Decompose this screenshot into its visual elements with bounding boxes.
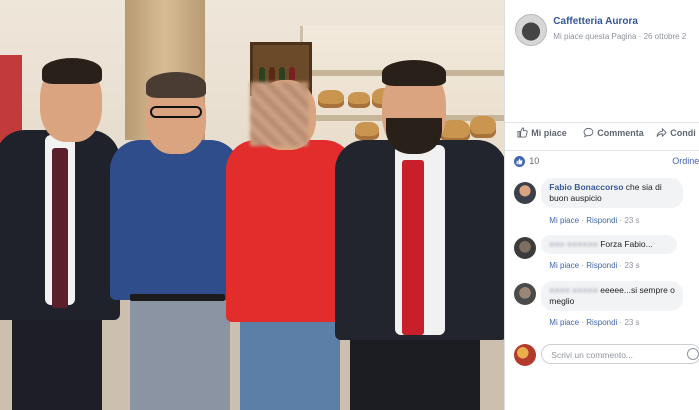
comment-label: Commenta <box>597 127 644 138</box>
grey-trousers <box>130 290 230 410</box>
comment-time[interactable]: 23 s <box>624 216 639 225</box>
jeans <box>240 315 340 410</box>
glasses-icon <box>150 106 202 118</box>
comment-meta: Mi piace · Rispondi · 23 s <box>549 261 640 270</box>
red-tie <box>402 160 424 335</box>
tie <box>52 148 68 308</box>
comment-meta: Mi piace · Rispondi · 23 s <box>549 318 640 327</box>
current-user-avatar[interactable] <box>514 344 537 366</box>
comment-like-link[interactable]: Mi piace <box>549 318 579 327</box>
comment-time[interactable]: 23 s <box>624 318 639 327</box>
comment-like-link[interactable]: Mi piace <box>549 261 579 270</box>
facebook-post-panel: Caffetteria Aurora Mi piace questa Pagin… <box>504 0 699 410</box>
comment-bubble: ■■■ ■■■■■■ Forza Fabio... <box>541 235 678 254</box>
commenter-avatar[interactable] <box>514 237 537 259</box>
page-avatar[interactable] <box>515 14 548 46</box>
reaction-count[interactable]: 10 <box>529 156 539 166</box>
comment-meta: Mi piace · Rispondi · 23 s <box>549 216 640 225</box>
screenshot: Caffetteria Aurora Mi piace questa Pagin… <box>0 0 699 410</box>
post-meta: Mi piace questa Pagina · 26 ottobre 2 <box>553 32 686 41</box>
speech-bubble-icon <box>583 127 594 138</box>
redacted-author: ■■■■ ■■■■■ <box>549 285 598 295</box>
like-label: Mi piace <box>531 127 567 138</box>
pixelated-face <box>250 82 308 146</box>
comment-button[interactable]: Commenta <box>583 127 644 138</box>
redacted-author: ■■■ ■■■■■■ <box>549 239 598 249</box>
share-arrow-icon <box>656 127 668 138</box>
comment-reply-link[interactable]: Rispondi <box>586 261 617 270</box>
comment-reply-link[interactable]: Rispondi <box>586 318 617 327</box>
post-date[interactable]: 26 ottobre 2 <box>644 32 687 41</box>
comment-input[interactable]: Scrivi un commento... <box>541 344 699 364</box>
sort-order-link[interactable]: Ordine <box>672 156 699 166</box>
bread-loaf <box>318 90 344 108</box>
share-label: Condi <box>670 127 696 138</box>
comment-author[interactable]: Fabio Bonaccorso <box>549 182 623 192</box>
trousers <box>350 330 480 410</box>
meta-separator: · <box>636 32 644 41</box>
post-actions: Mi piace Commenta Condi <box>505 122 699 143</box>
blue-shirt <box>110 140 240 300</box>
comment-reply-link[interactable]: Rispondi <box>586 216 617 225</box>
bread-loaf <box>355 122 379 140</box>
belt <box>130 294 225 301</box>
bread-loaf <box>348 92 370 108</box>
comment-composer: Scrivi un commento... <box>505 340 699 368</box>
like-page-link[interactable]: Mi piace questa Pagina <box>553 32 636 41</box>
page-name[interactable]: Caffetteria Aurora <box>553 16 638 27</box>
commenter-avatar[interactable] <box>514 182 537 204</box>
post-photo[interactable] <box>0 0 505 410</box>
comment-bubble: ■■■■ ■■■■■ eeeee...si sempre o meglio <box>541 281 684 311</box>
reactions-bar: 10 Ordine <box>505 150 699 171</box>
hair <box>146 72 206 98</box>
hair <box>382 60 446 86</box>
like-button[interactable]: Mi piace <box>517 127 567 138</box>
emoji-icon[interactable] <box>687 348 699 360</box>
comment-text: Forza Fabio... <box>600 239 653 249</box>
thumbs-up-icon <box>517 127 528 138</box>
post-header: Caffetteria Aurora Mi piace questa Pagin… <box>505 0 699 70</box>
bread-loaf <box>470 116 496 138</box>
comment-like-link[interactable]: Mi piace <box>549 216 579 225</box>
comment-bubble: Fabio Bonaccorso che sia di buon auspici… <box>541 178 684 208</box>
hair <box>42 58 102 84</box>
commenter-avatar[interactable] <box>514 283 537 305</box>
like-reaction-icon[interactable] <box>514 156 526 167</box>
share-button[interactable]: Condi <box>656 127 696 138</box>
comment-time[interactable]: 23 s <box>624 261 639 270</box>
